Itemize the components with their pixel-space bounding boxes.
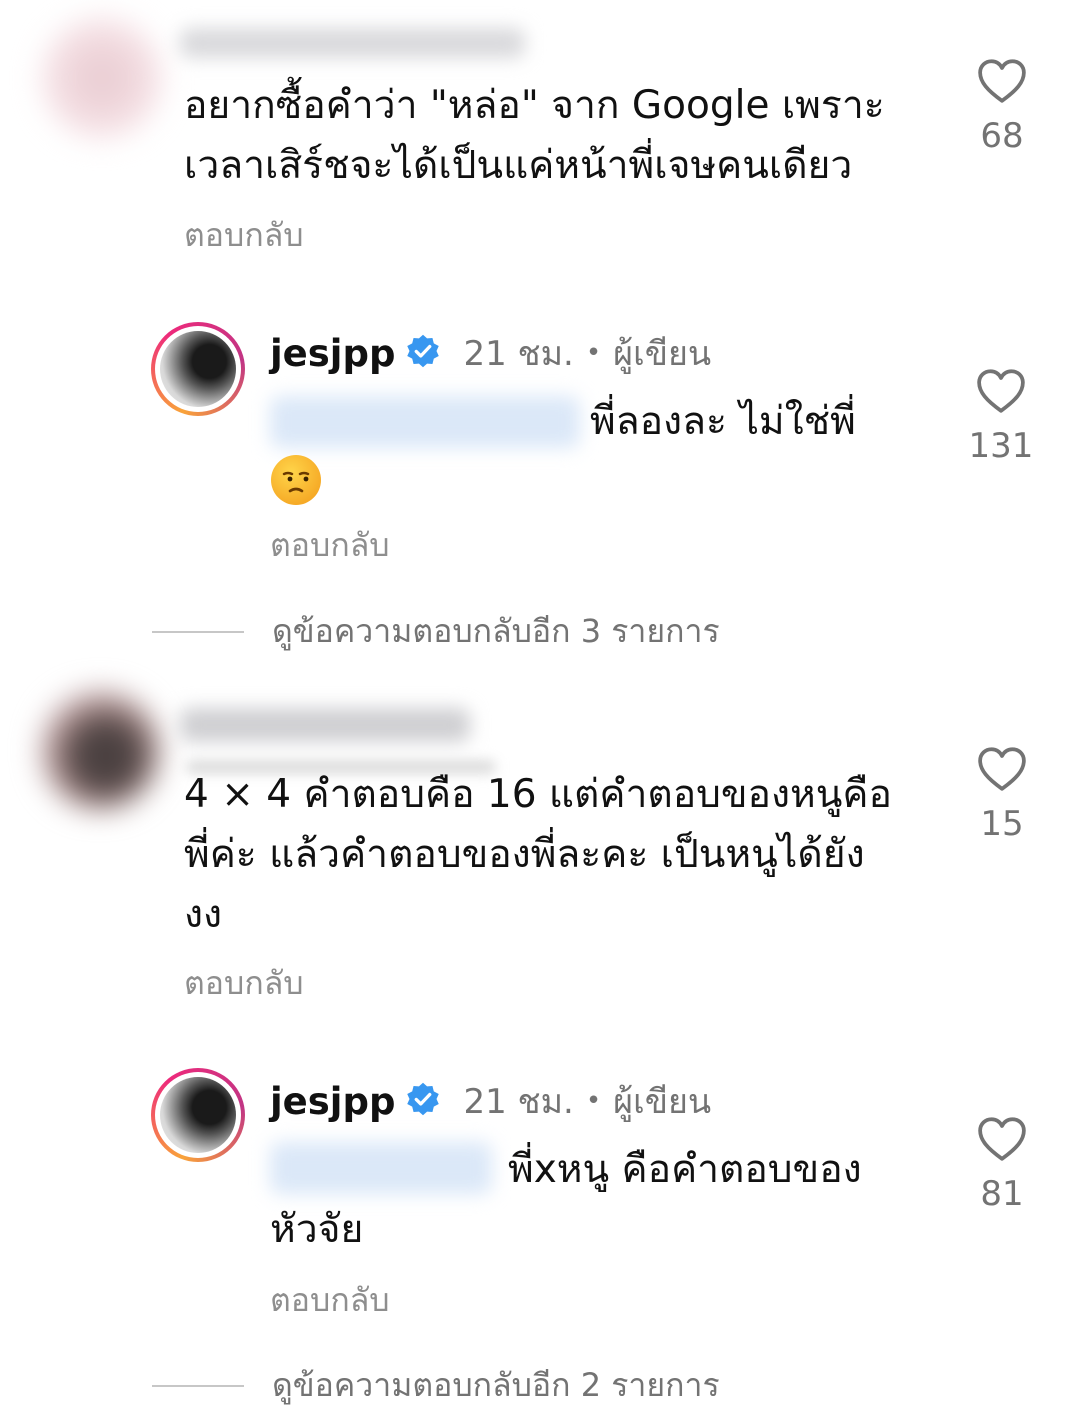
- commenter-avatar[interactable]: [42, 18, 162, 138]
- meta-separator: •: [585, 1086, 602, 1116]
- like-count: 81: [980, 1174, 1024, 1214]
- commenter-avatar[interactable]: [40, 690, 160, 810]
- reply-time: 21 ชม.: [463, 334, 574, 374]
- verified-badge-icon: [405, 333, 441, 373]
- author-role-label: ผู้เขียน: [613, 334, 712, 374]
- author-username[interactable]: jesjpp: [270, 332, 395, 375]
- reply-header: jesjpp 21 ชม. • ผู้เขียน: [270, 326, 711, 380]
- view-more-replies-button[interactable]: ดูข้อความตอบกลับอีก 3 รายการ: [152, 606, 720, 657]
- comment-text-line: พี่ค่ะ แล้วคำตอบของพี่ละคะ เป็นหนูได้ยัง: [184, 832, 865, 877]
- meta-separator: •: [585, 338, 602, 368]
- reply-button[interactable]: ตอบกลับ: [270, 520, 390, 571]
- heart-outline-icon[interactable]: [957, 746, 1047, 792]
- comment-text-line: 4 × 4 คำตอบคือ 16 แต่คำตอบของหนูคือ: [184, 772, 892, 817]
- comment-text-line: เวลาเสิร์ชจะได้เป็นแค่หน้าพี่เจษคนเดียว: [184, 143, 853, 188]
- heart-outline-icon[interactable]: [956, 368, 1046, 414]
- like-control: 68: [957, 58, 1047, 156]
- heart-outline-icon[interactable]: [957, 1116, 1047, 1162]
- like-count: 15: [980, 804, 1024, 844]
- view-more-replies-label: ดูข้อความตอบกลับอีก 3 รายการ: [272, 612, 720, 650]
- like-control: 131: [956, 368, 1046, 466]
- like-control: 81: [957, 1116, 1047, 1214]
- like-control: 15: [957, 746, 1047, 844]
- reply-button[interactable]: ตอบกลับ: [270, 1275, 390, 1326]
- view-more-replies-button[interactable]: ดูข้อความตอบกลับอีก 2 รายการ: [152, 1360, 720, 1411]
- reply-header: jesjpp 21 ชม. • ผู้เขียน: [270, 1074, 711, 1128]
- comment-text-line: งง: [184, 892, 223, 937]
- reply-text-line: พี่xหนู คือคำตอบของ: [508, 1147, 862, 1192]
- heart-outline-icon[interactable]: [957, 58, 1047, 104]
- like-count: 131: [968, 426, 1034, 466]
- commenter-username-blurred[interactable]: [180, 28, 525, 58]
- author-avatar[interactable]: [151, 1068, 245, 1162]
- author-username[interactable]: jesjpp: [270, 1080, 395, 1123]
- mention-blurred[interactable]: [270, 1142, 492, 1194]
- author-avatar[interactable]: [151, 322, 245, 416]
- reply-button[interactable]: ตอบกลับ: [184, 210, 304, 261]
- thread-line: [152, 1384, 244, 1387]
- verified-badge-icon: [405, 1081, 441, 1121]
- thread-line: [152, 630, 244, 633]
- view-more-replies-label: ดูข้อความตอบกลับอีก 2 รายการ: [272, 1366, 720, 1404]
- commenter-username-blurred[interactable]: [180, 708, 470, 742]
- mention-blurred[interactable]: [270, 396, 580, 448]
- unamused-face-emoji: [271, 455, 321, 505]
- reply-button[interactable]: ตอบกลับ: [184, 958, 304, 1009]
- like-count: 68: [980, 116, 1024, 156]
- author-role-label: ผู้เขียน: [613, 1082, 712, 1122]
- comment-text-line: อยากซื้อคำว่า "หล่อ" จาก Google เพราะ: [184, 83, 885, 128]
- reply-text-line: หัวจัย: [270, 1207, 364, 1252]
- reply-time: 21 ชม.: [463, 1082, 574, 1122]
- reply-text-line: พี่ลองละ ไม่ใช่พี่: [590, 399, 856, 444]
